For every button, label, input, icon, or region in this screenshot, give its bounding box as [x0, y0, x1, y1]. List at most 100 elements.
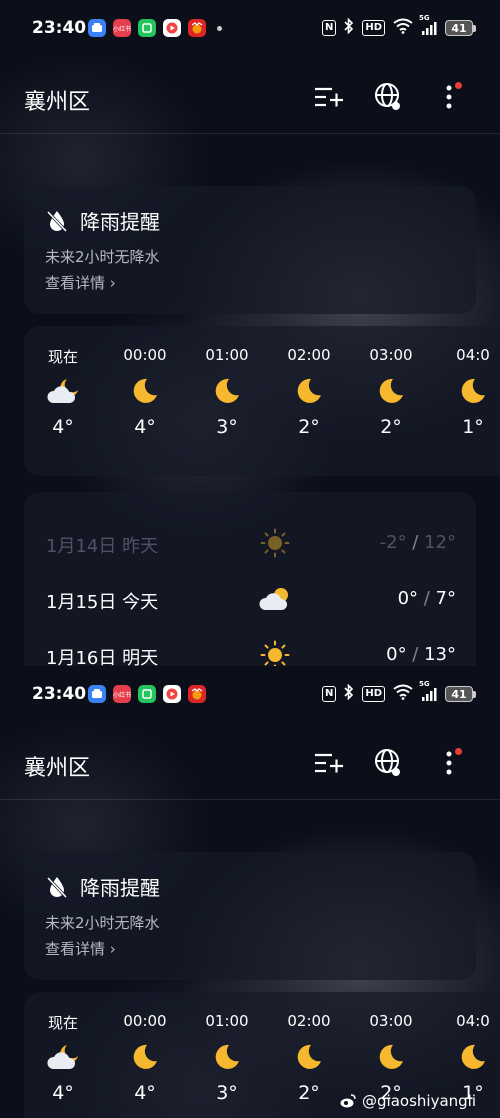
notification-app-icons: 小红书	[88, 685, 206, 703]
status-time: 23:40	[32, 684, 87, 704]
location-title[interactable]: 襄州区	[24, 750, 90, 782]
status-indicators: N HD 5G 41	[321, 14, 476, 38]
rain-alert-subtitle: 未来2小时无降水	[45, 914, 160, 932]
nfc-icon: N	[321, 20, 337, 36]
sun-icon	[258, 528, 292, 558]
green-app-icon	[138, 685, 156, 703]
game-app-icon	[188, 19, 206, 37]
hour-temp: 2°	[380, 416, 402, 438]
day-high: 7°	[435, 588, 456, 609]
status-bar: 23:40 小红书 N HD 5G 41	[0, 680, 500, 712]
location-title[interactable]: 襄州区	[24, 84, 90, 116]
xiaohongshu-icon: 小红书	[113, 19, 131, 37]
weather-screen-top: 23:40 小红书 N HD 5G 41 襄州区 降雨提醒 未来2小时无降水 查…	[0, 0, 500, 666]
moon-icon	[356, 366, 426, 416]
more-vertical-icon	[446, 751, 452, 775]
hour-time: 01:00	[205, 346, 249, 364]
status-indicators: N HD 5G 41	[321, 680, 476, 704]
day-temp-range: -2° / 12°	[379, 532, 456, 553]
hd-icon: HD	[362, 686, 385, 702]
wifi-icon	[393, 18, 413, 38]
manage-cities-button[interactable]	[312, 80, 346, 114]
hourly-item: 03:00 2°	[356, 346, 426, 438]
hour-temp: 3°	[216, 1082, 238, 1104]
globe-icon	[375, 83, 400, 110]
moon-icon	[356, 1032, 426, 1082]
hour-time: 04:0	[456, 346, 490, 364]
wifi-icon	[393, 684, 413, 704]
day-high: 13°	[424, 644, 456, 665]
notification-red-dot	[455, 82, 462, 89]
hour-temp: 2°	[298, 416, 320, 438]
battery-tip	[473, 690, 476, 698]
hourly-item: 现在 4°	[28, 1012, 98, 1104]
daily-row-tomorrow[interactable]: 1月16日 明天 0° / 13°	[46, 640, 456, 666]
hourly-item: 00:00 4°	[110, 346, 180, 438]
no-rain-icon	[46, 210, 68, 232]
hour-time: 03:00	[369, 1012, 413, 1030]
moon-icon	[192, 1032, 262, 1082]
app-header: 襄州区	[0, 746, 500, 786]
cloud-moon-icon	[28, 366, 98, 416]
moon-icon	[110, 366, 180, 416]
weather-screen-bottom: 23:40 小红书 N HD 5G 41 襄州区 降雨提醒 未来2小时无降水 查…	[0, 666, 500, 1118]
hourly-item: 04:0 1°	[438, 346, 500, 438]
rain-alert-title-row: 降雨提醒	[46, 872, 160, 901]
red-video-icon	[163, 19, 181, 37]
rain-alert-title: 降雨提醒	[80, 876, 160, 900]
xiaohongshu-label: 小红书	[113, 25, 131, 33]
moon-icon	[274, 1032, 344, 1082]
view-details-link[interactable]: 查看详情 ›	[45, 272, 116, 293]
bluetooth-icon	[344, 17, 354, 38]
no-rain-icon	[46, 876, 68, 898]
more-options-button[interactable]	[432, 80, 466, 114]
hour-time: 现在	[47, 1014, 78, 1032]
view-details-link[interactable]: 查看详情 ›	[45, 938, 116, 959]
moon-icon	[110, 1032, 180, 1082]
rain-alert-title: 降雨提醒	[80, 210, 160, 234]
moon-icon	[274, 366, 344, 416]
signal-label: 5G	[419, 14, 430, 22]
day-low: 0°	[397, 588, 419, 609]
hour-temp: 3°	[216, 416, 238, 438]
watermark: @giaoshiyangli	[340, 1092, 476, 1110]
hour-temp: 4°	[52, 1082, 74, 1104]
xiaohongshu-label: 小红书	[113, 691, 131, 699]
hour-temp: 2°	[298, 1082, 320, 1104]
sun-icon	[258, 640, 292, 666]
xiaohongshu-icon: 小红书	[113, 685, 131, 703]
more-options-button[interactable]	[432, 746, 466, 780]
hourly-forecast-card[interactable]: 现在 4° 00:00 4° 01:00 3° 02:00 2° 03:00 2…	[24, 326, 500, 476]
globe-weather-button[interactable]	[372, 746, 406, 780]
day-temp-range: 0° / 13°	[386, 644, 456, 665]
cellular-signal-icon: 5G	[419, 680, 437, 701]
hourly-item: 02:00 2°	[274, 1012, 344, 1104]
rain-alert-subtitle: 未来2小时无降水	[45, 248, 160, 266]
cellular-signal-icon: 5G	[419, 14, 437, 35]
daily-row-today[interactable]: 1月15日 今天 0° / 7°	[46, 584, 456, 614]
hour-temp: 4°	[134, 416, 156, 438]
hourly-item: 01:00 3°	[192, 1012, 262, 1104]
daily-forecast-card[interactable]: 1月14日 昨天 -2° / 12° 1月15日 今天 0° / 7° 1月16…	[24, 492, 476, 666]
blue-app-icon	[88, 19, 106, 37]
battery-level: 41	[445, 20, 473, 36]
rain-alert-card[interactable]: 降雨提醒 未来2小时无降水 查看详情 ›	[24, 852, 476, 980]
hour-time: 02:00	[287, 1012, 331, 1030]
hour-time: 02:00	[287, 346, 331, 364]
moon-icon	[438, 1032, 500, 1082]
hour-time: 00:00	[123, 346, 167, 364]
notification-app-icons: 小红书	[88, 19, 222, 37]
more-vertical-icon	[446, 85, 452, 109]
rain-alert-card[interactable]: 降雨提醒 未来2小时无降水 查看详情 ›	[24, 186, 476, 314]
hour-time: 03:00	[369, 346, 413, 364]
battery-icon: 41	[445, 686, 476, 702]
day-date: 1月15日 今天	[46, 592, 159, 613]
signal-label: 5G	[419, 680, 430, 688]
globe-weather-button[interactable]	[372, 80, 406, 114]
blue-app-icon	[88, 685, 106, 703]
green-app-icon	[138, 19, 156, 37]
daily-row-yesterday[interactable]: 1月14日 昨天 -2° / 12°	[46, 528, 456, 558]
manage-cities-button[interactable]	[312, 746, 346, 780]
day-date: 1月16日 明天	[46, 648, 159, 666]
hour-temp: 4°	[134, 1082, 156, 1104]
